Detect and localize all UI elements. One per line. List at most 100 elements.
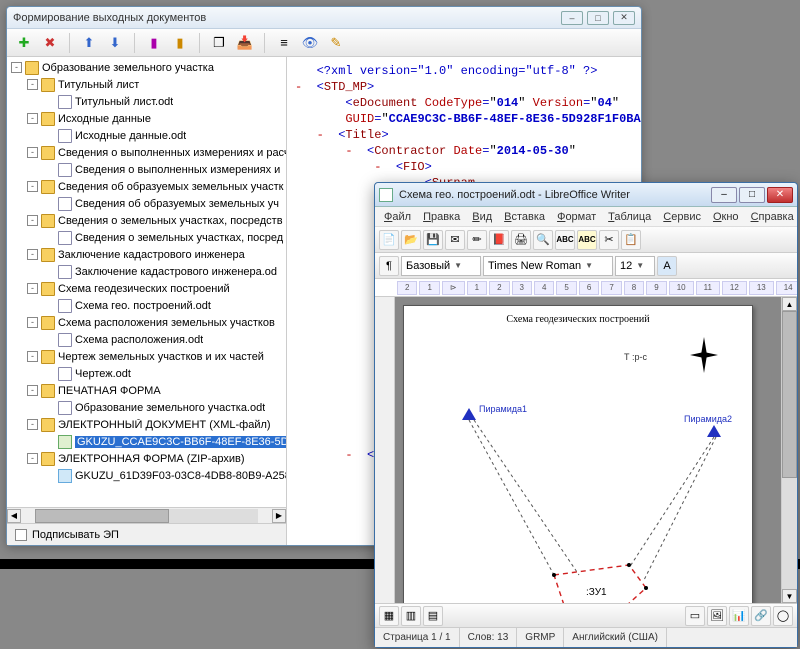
tree-toggle[interactable]: - <box>27 351 38 362</box>
move-down-button[interactable]: ⬇ <box>104 32 126 54</box>
tree-toggle[interactable]: - <box>27 453 38 464</box>
save-button[interactable]: 💾 <box>423 230 443 250</box>
list-button[interactable]: ≡ <box>273 32 295 54</box>
tree-item[interactable]: Сведения о земельных участках, посред <box>7 229 286 246</box>
tree-item[interactable]: -Образование земельного участка <box>7 59 286 76</box>
tree-toggle[interactable]: - <box>27 283 38 294</box>
shape-button[interactable]: ◯ <box>773 606 793 626</box>
copy-button[interactable]: 📋 <box>621 230 641 250</box>
columns-button[interactable]: ▥ <box>401 606 421 626</box>
document-page[interactable]: Схема геодезических построений Т :р-с Пи… <box>403 305 753 603</box>
tree-item[interactable]: Схема расположения.odt <box>7 331 286 348</box>
scroll-down-button[interactable]: ▼ <box>782 589 797 603</box>
menu-item[interactable]: Окно <box>708 209 744 225</box>
mail-button[interactable]: ✉ <box>445 230 465 250</box>
tree-item[interactable]: Заключение кадастрового инженера.od <box>7 263 286 280</box>
autocheck-button[interactable]: ABC <box>577 230 597 250</box>
menu-item[interactable]: Формат <box>552 209 601 225</box>
status-grmp[interactable]: GRMP <box>517 628 564 647</box>
lo-titlebar[interactable]: Схема гео. построений.odt - LibreOffice … <box>375 183 797 207</box>
menu-item[interactable]: Вставка <box>499 209 550 225</box>
tree-toggle[interactable]: - <box>27 317 38 328</box>
tree-toggle[interactable]: - <box>27 385 38 396</box>
tree-item[interactable]: Сведения о выполненных измерениях и <box>7 161 286 178</box>
doc1-button[interactable]: ▮ <box>143 32 165 54</box>
tree-item[interactable]: Сведения об образуемых земельных уч <box>7 195 286 212</box>
menu-item[interactable]: Справка <box>746 209 799 225</box>
new-doc-button[interactable]: 📄 <box>379 230 399 250</box>
chart-button[interactable]: 📊 <box>729 606 749 626</box>
titlebar[interactable]: Формирование выходных документов – □ ✕ <box>7 7 641 29</box>
menu-item[interactable]: Правка <box>418 209 465 225</box>
tree-item[interactable]: Исходные данные.odt <box>7 127 286 144</box>
link-button[interactable]: 🔗 <box>751 606 771 626</box>
tree-item[interactable]: -Заключение кадастрового инженера <box>7 246 286 263</box>
maximize-button[interactable]: □ <box>587 11 609 25</box>
menu-item[interactable]: Вид <box>467 209 497 225</box>
tree-item[interactable]: GKUZU_CCAE9C3C-BB6F-48EF-8E36-5D92 <box>7 433 286 450</box>
tree-item[interactable]: -ЭЛЕКТРОННАЯ ФОРМА (ZIP-архив) <box>7 450 286 467</box>
copy-button[interactable]: ❐ <box>208 32 230 54</box>
tree-toggle[interactable]: - <box>27 113 38 124</box>
font-select[interactable]: Times New Roman▼ <box>483 256 613 276</box>
tree-item[interactable]: -Схема расположения земельных участков <box>7 314 286 331</box>
print-button[interactable]: 🖨 <box>511 230 531 250</box>
scroll-track[interactable] <box>782 311 797 589</box>
sign-checkbox[interactable] <box>15 529 27 541</box>
style-select[interactable]: Базовый▼ <box>401 256 481 276</box>
open-button[interactable]: 📂 <box>401 230 421 250</box>
tree-toggle[interactable]: - <box>27 79 38 90</box>
scroll-left-button[interactable]: ◀ <box>7 509 21 523</box>
tree-item[interactable]: -Сведения о земельных участках, посредст… <box>7 212 286 229</box>
tree-item[interactable]: -ЭЛЕКТРОННЫЙ ДОКУМЕНТ (XML-файл) <box>7 416 286 433</box>
menu-item[interactable]: Сервис <box>658 209 706 225</box>
image-button[interactable]: 🖼 <box>707 606 727 626</box>
scroll-right-button[interactable]: ▶ <box>272 509 286 523</box>
status-page[interactable]: Страница 1 / 1 <box>375 628 460 647</box>
tree-item[interactable]: -Титульный лист <box>7 76 286 93</box>
tree-toggle[interactable]: - <box>11 62 22 73</box>
frame-button[interactable]: ▭ <box>685 606 705 626</box>
document-tree[interactable]: -Образование земельного участка-Титульны… <box>7 57 286 507</box>
tree-item[interactable]: -Исходные данные <box>7 110 286 127</box>
cut-button[interactable]: ✂ <box>599 230 619 250</box>
tree-item[interactable]: Схема гео. построений.odt <box>7 297 286 314</box>
scroll-thumb[interactable] <box>782 311 797 478</box>
scroll-thumb[interactable] <box>35 509 169 523</box>
close-button[interactable]: ✕ <box>613 11 635 25</box>
lo-close-button[interactable]: ✕ <box>767 187 793 203</box>
pdf-button[interactable]: 📕 <box>489 230 509 250</box>
tree-item[interactable]: Чертеж.odt <box>7 365 286 382</box>
rows-button[interactable]: ▤ <box>423 606 443 626</box>
tree-item[interactable]: GKUZU_61D39F03-03C8-4DB8-80B9-A258E <box>7 467 286 484</box>
tree-item[interactable]: -Схема геодезических построений <box>7 280 286 297</box>
tree-toggle[interactable]: - <box>27 215 38 226</box>
scroll-track[interactable] <box>35 509 258 523</box>
spellcheck-button[interactable]: ABC <box>555 230 575 250</box>
table-button[interactable]: ▦ <box>379 606 399 626</box>
tree-item[interactable]: Титульный лист.odt <box>7 93 286 110</box>
lo-maximize-button[interactable]: □ <box>739 187 765 203</box>
tree-item[interactable]: -ПЕЧАТНАЯ ФОРМА <box>7 382 286 399</box>
size-select[interactable]: 12▼ <box>615 256 655 276</box>
edit-button[interactable]: ✏ <box>467 230 487 250</box>
preview-button[interactable]: 👁 <box>299 32 321 54</box>
status-words[interactable]: Слов: 13 <box>460 628 518 647</box>
move-up-button[interactable]: ⬆ <box>78 32 100 54</box>
tree-item[interactable]: -Сведения о выполненных измерениях и рас… <box>7 144 286 161</box>
lo-menu-bar[interactable]: ФайлПравкаВидВставкаФорматТаблицаСервисО… <box>375 207 797 227</box>
horizontal-ruler[interactable]: 21⊳123456789101112131415161718 <box>375 279 797 297</box>
status-lang[interactable]: Английский (США) <box>564 628 667 647</box>
doc2-button[interactable]: ▮ <box>169 32 191 54</box>
vertical-ruler[interactable] <box>375 297 395 603</box>
vertical-scrollbar[interactable]: ▲ ▼ <box>781 297 797 603</box>
menu-item[interactable]: Файл <box>379 209 416 225</box>
tree-toggle[interactable]: - <box>27 181 38 192</box>
tree-item[interactable]: -Сведения об образуемых земельных участк <box>7 178 286 195</box>
scroll-up-button[interactable]: ▲ <box>782 297 797 311</box>
tree-toggle[interactable]: - <box>27 419 38 430</box>
menu-item[interactable]: Таблица <box>603 209 656 225</box>
tree-item[interactable]: Образование земельного участка.odt <box>7 399 286 416</box>
add-button[interactable]: ✚ <box>13 32 35 54</box>
paste-button[interactable]: 📥 <box>234 32 256 54</box>
